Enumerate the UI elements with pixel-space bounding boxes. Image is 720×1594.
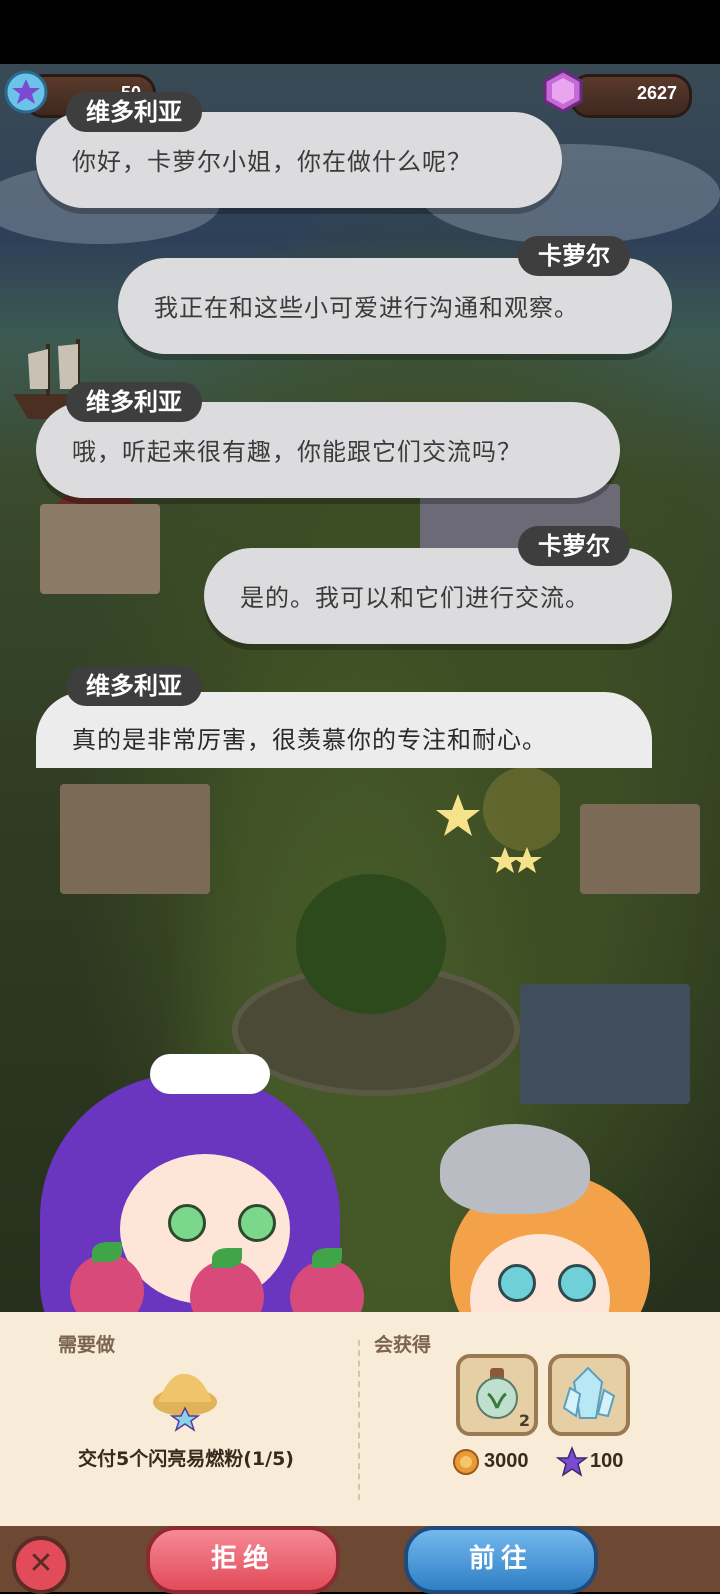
eye [558, 1264, 596, 1302]
dialogue-text: 我正在和这些小可爱进行沟通和观察。 [154, 294, 579, 322]
gem-counter[interactable]: 2627 [570, 74, 692, 118]
gem-value: 2627 [636, 83, 677, 103]
maid-headband [150, 1054, 270, 1094]
coin-icon [453, 1449, 479, 1475]
close-button[interactable]: ✕ [12, 1536, 70, 1594]
powder-icon [153, 1373, 217, 1432]
dialogue-text: 是的。我可以和它们进行交流。 [240, 584, 590, 612]
central-tree [296, 874, 446, 1014]
task-section-label: 需要做 [58, 1334, 116, 1356]
gem-icon [543, 69, 583, 113]
reject-button[interactable]: 拒绝 [146, 1526, 340, 1594]
panel-divider [358, 1340, 360, 1500]
reward-item-slot[interactable]: 2 [456, 1354, 538, 1436]
eye [498, 1264, 536, 1302]
go-button[interactable]: 前往 [404, 1526, 598, 1594]
coin-reward-value: 3000 [484, 1450, 529, 1472]
leaf [92, 1242, 122, 1262]
leaf [212, 1248, 242, 1268]
task-description: 交付5个闪亮易燃粉(1/5) [78, 1448, 294, 1470]
speaker-nametag: 卡萝尔 [518, 236, 630, 276]
shop-building [520, 984, 690, 1104]
eye [238, 1204, 276, 1242]
reward-item-count: 2 [518, 1411, 530, 1430]
speaker-nametag: 卡萝尔 [518, 526, 630, 566]
speaker-nametag: 维多利亚 [66, 382, 202, 422]
close-icon: ✕ [28, 1546, 54, 1581]
star-icon [556, 1446, 588, 1477]
house [580, 804, 700, 894]
star-currency-icon [4, 70, 48, 114]
dialogue-text: 真的是非常厉害，很羡慕你的专注和耐心。 [72, 726, 547, 754]
star-reward-value: 100 [590, 1450, 624, 1472]
crystal-icon [562, 1366, 616, 1419]
house [60, 784, 210, 894]
house [40, 504, 160, 594]
bottom-action-bar [0, 1526, 720, 1592]
status-bar [0, 0, 720, 64]
speaker-nametag: 维多利亚 [66, 666, 202, 706]
reward-item-slot[interactable] [548, 1354, 630, 1436]
eye [168, 1204, 206, 1242]
sparkle-stars-icon [436, 767, 560, 873]
dialogue-text: 哦，听起来很有趣，你能跟它们交流吗？ [72, 438, 522, 466]
carol-character-hat [440, 1124, 590, 1214]
leaf [312, 1248, 342, 1268]
seed-bottle-icon [476, 1368, 518, 1419]
speaker-nametag: 维多利亚 [66, 92, 202, 132]
reward-section-label: 会获得 [374, 1334, 432, 1356]
dialogue-text: 你好，卡萝尔小姐，你在做什么呢？ [72, 148, 472, 176]
